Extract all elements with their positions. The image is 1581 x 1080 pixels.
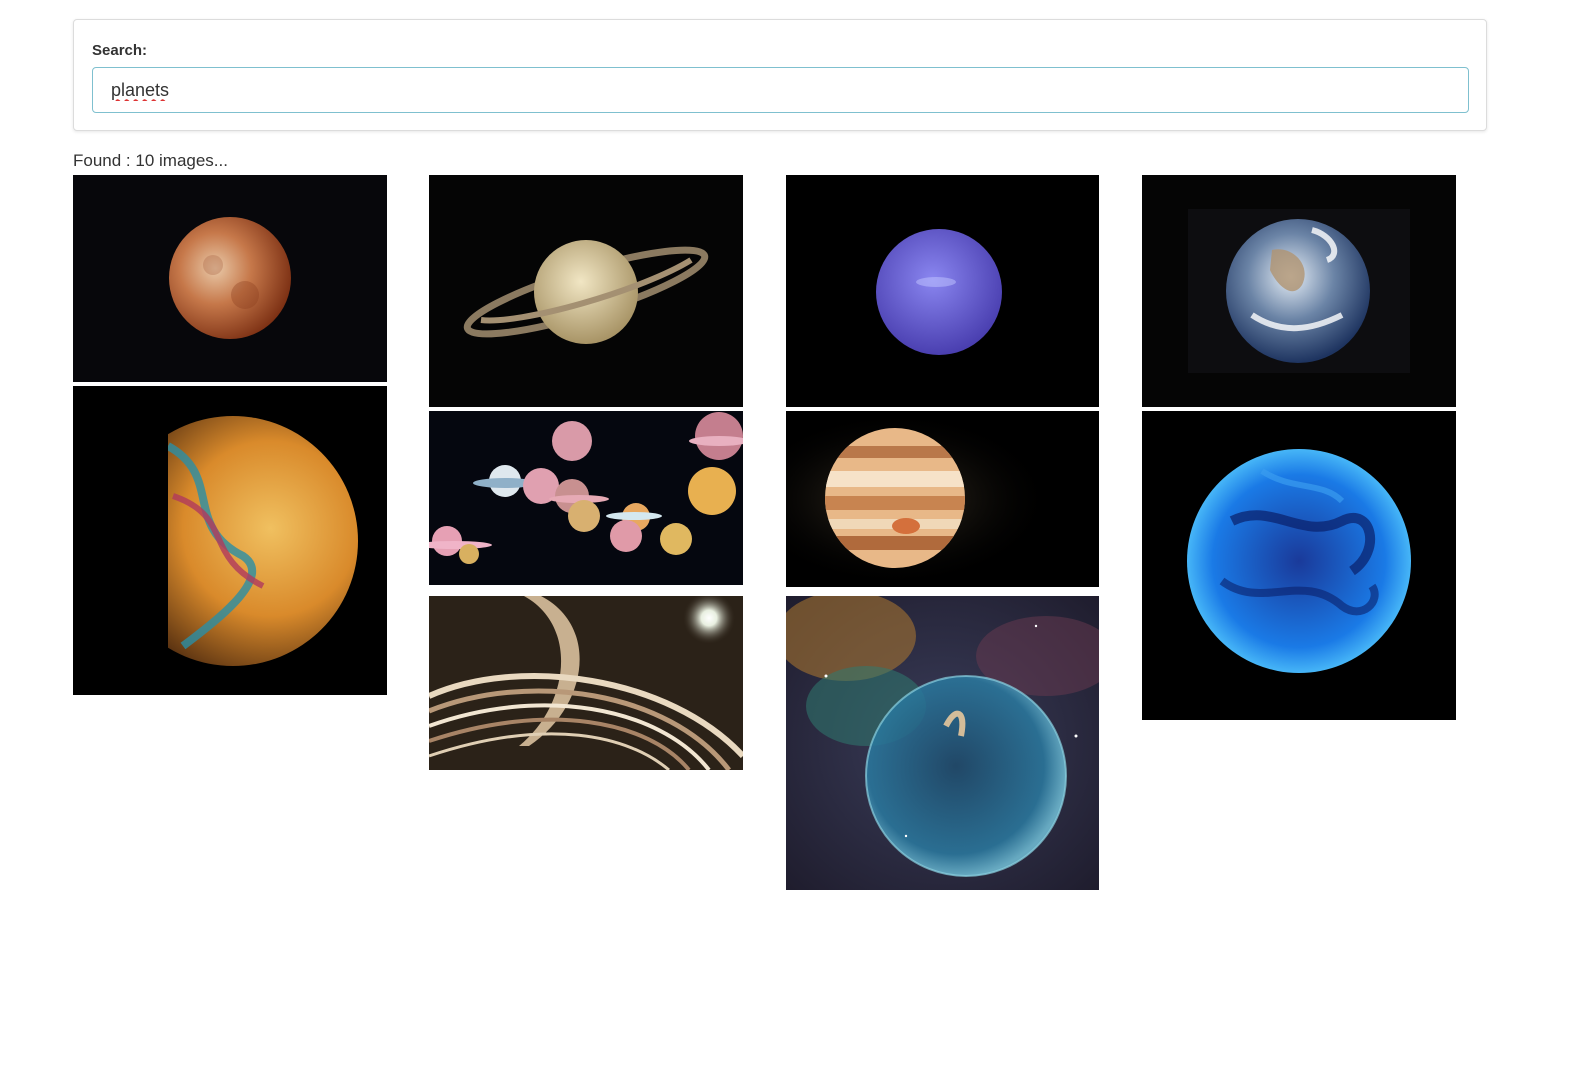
- ringed-planet-art-image[interactable]: [429, 596, 743, 770]
- blood-moon-image[interactable]: [73, 175, 387, 382]
- soap-bubble-planet-image[interactable]: [73, 386, 387, 695]
- search-panel: Search:: [73, 19, 1487, 131]
- saturn-image[interactable]: [429, 175, 743, 407]
- blue-glowing-planet-image[interactable]: [1142, 411, 1456, 720]
- colorful-ringed-planets-image[interactable]: [429, 411, 743, 585]
- search-input[interactable]: [92, 67, 1469, 113]
- neptune-image[interactable]: [786, 175, 1099, 407]
- bubble-nebula-image[interactable]: [786, 596, 1099, 890]
- results-count: Found : 10 images...: [73, 151, 228, 170]
- jupiter-image[interactable]: [786, 411, 1099, 587]
- earth-image[interactable]: [1142, 175, 1456, 407]
- search-label: Search:: [92, 42, 148, 59]
